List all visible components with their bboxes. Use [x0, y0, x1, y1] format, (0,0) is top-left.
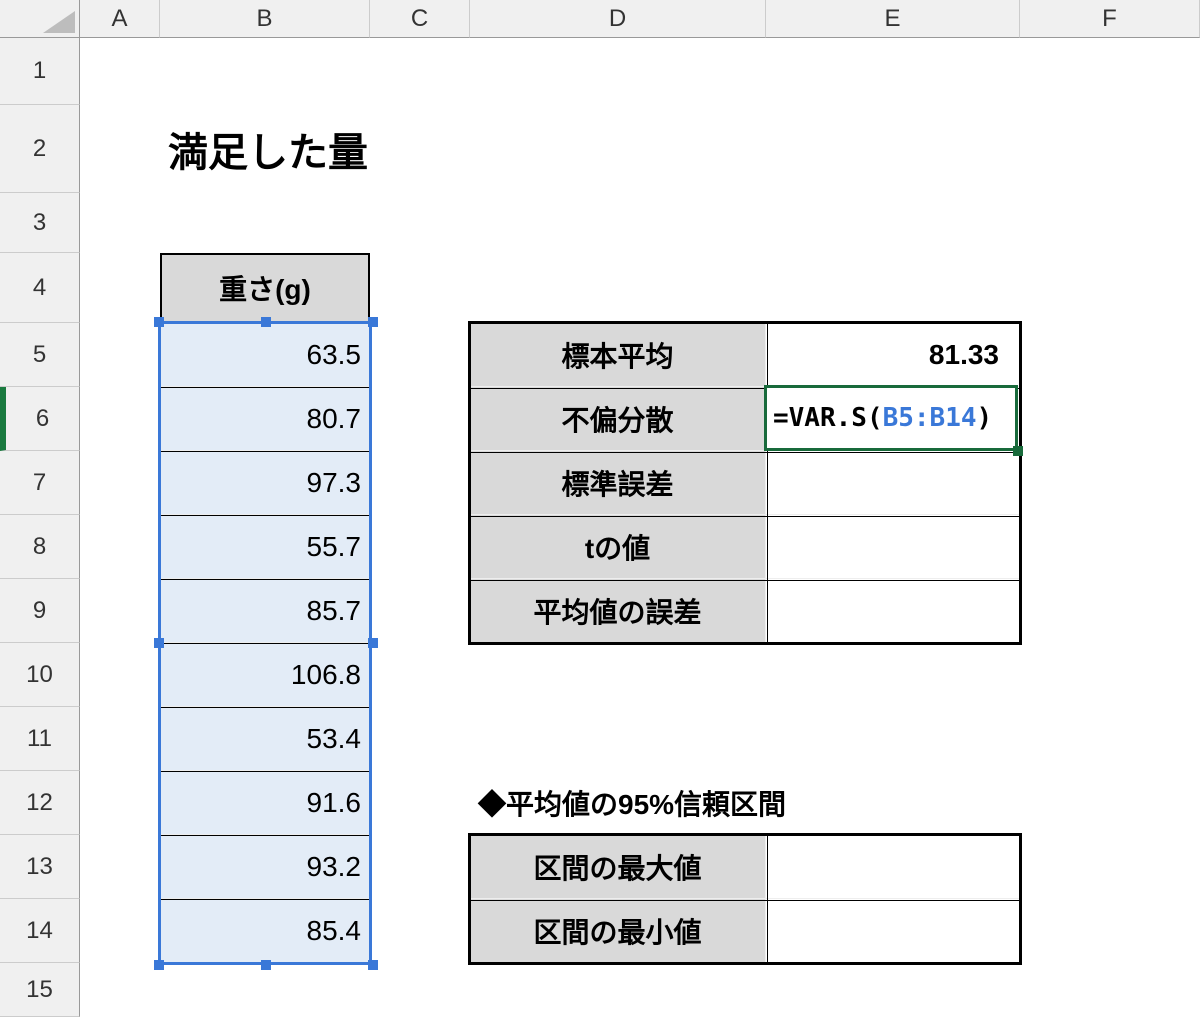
- interval-label-min[interactable]: 区間の最小値: [470, 899, 766, 963]
- stat-value-mean[interactable]: 81.33: [766, 323, 1020, 387]
- spreadsheet[interactable]: A B C D E F 1 2 3 4 5 6 7 8 9 10 11 12 1…: [0, 0, 1200, 1017]
- row-header-4[interactable]: 4: [0, 253, 80, 323]
- row-header-2[interactable]: 2: [0, 105, 80, 193]
- row-header-5[interactable]: 5: [0, 323, 80, 387]
- stat-label-stderr[interactable]: 標準誤差: [470, 451, 766, 515]
- row-header-12[interactable]: 12: [0, 771, 80, 835]
- formula-close-paren: ): [977, 403, 993, 433]
- col-header-c[interactable]: C: [370, 0, 470, 38]
- row-header-15[interactable]: 15: [0, 963, 80, 1017]
- col-header-f[interactable]: F: [1020, 0, 1200, 38]
- data-cell-b7[interactable]: 97.3: [160, 451, 370, 515]
- interval-value-max[interactable]: [766, 835, 1020, 899]
- row-header-7[interactable]: 7: [0, 451, 80, 515]
- col-header-a[interactable]: A: [80, 0, 160, 38]
- stat-label-variance[interactable]: 不偏分散: [470, 387, 766, 451]
- data-cell-b10[interactable]: 106.8: [160, 643, 370, 707]
- data-cell-b9[interactable]: 85.7: [160, 579, 370, 643]
- row-header-8[interactable]: 8: [0, 515, 80, 579]
- data-cell-b8[interactable]: 55.7: [160, 515, 370, 579]
- row-header-10[interactable]: 10: [0, 643, 80, 707]
- stat-label-mean[interactable]: 標本平均: [470, 323, 766, 387]
- row-header-3[interactable]: 3: [0, 193, 80, 253]
- formula-equals: =: [773, 403, 789, 433]
- interval-value-min[interactable]: [766, 899, 1020, 963]
- stat-label-meanerr[interactable]: 平均値の誤差: [470, 579, 766, 643]
- data-cell-b5[interactable]: 63.5: [160, 323, 370, 387]
- page-title: 満足した量: [160, 105, 560, 193]
- formula-open-paren: (: [867, 403, 883, 433]
- row-header-1[interactable]: 1: [0, 38, 80, 105]
- stat-value-stderr[interactable]: [766, 451, 1020, 515]
- row-header-6[interactable]: 6: [0, 387, 80, 451]
- data-cell-b6[interactable]: 80.7: [160, 387, 370, 451]
- data-column-header[interactable]: 重さ(g): [160, 253, 370, 323]
- data-cell-b13[interactable]: 93.2: [160, 835, 370, 899]
- active-cell-fill-handle[interactable]: [1013, 446, 1023, 456]
- stat-label-tvalue[interactable]: tの値: [470, 515, 766, 579]
- interval-label-max[interactable]: 区間の最大値: [470, 835, 766, 899]
- formula-range-ref: B5:B14: [883, 403, 977, 433]
- col-header-e[interactable]: E: [766, 0, 1020, 38]
- row-header-13[interactable]: 13: [0, 835, 80, 899]
- data-cell-b11[interactable]: 53.4: [160, 707, 370, 771]
- formula-func: VAR.S: [789, 403, 867, 433]
- row-header-14[interactable]: 14: [0, 899, 80, 963]
- row-header-9[interactable]: 9: [0, 579, 80, 643]
- stat-value-meanerr[interactable]: [766, 579, 1020, 643]
- select-all-triangle[interactable]: [0, 0, 80, 38]
- data-cell-b14[interactable]: 85.4: [160, 899, 370, 963]
- col-header-d[interactable]: D: [470, 0, 766, 38]
- stat-value-tvalue[interactable]: [766, 515, 1020, 579]
- row-header-11[interactable]: 11: [0, 707, 80, 771]
- data-cell-b12[interactable]: 91.6: [160, 771, 370, 835]
- active-cell-e6[interactable]: =VAR.S(B5:B14): [764, 385, 1018, 451]
- col-header-b[interactable]: B: [160, 0, 370, 38]
- section-heading-ci: ◆平均値の95%信頼区間: [470, 771, 1020, 835]
